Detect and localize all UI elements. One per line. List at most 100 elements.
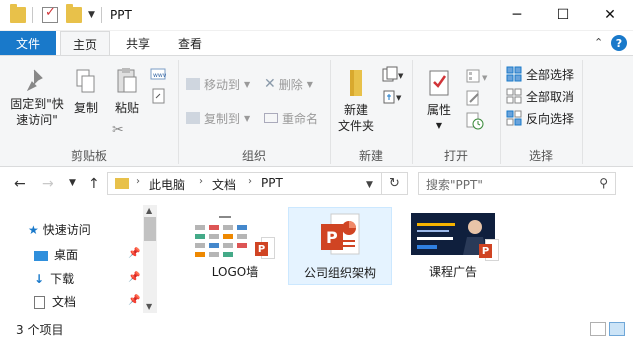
tab-home[interactable]: 主页 xyxy=(60,31,110,56)
copy-path-icon[interactable]: www xyxy=(150,68,168,85)
file-name: LOGO墙 xyxy=(211,265,259,279)
properties-button[interactable]: 属性 ▼ xyxy=(418,68,460,134)
select-group-label: 选择 xyxy=(528,149,553,163)
move-to-button[interactable]: 移动到 ▼ xyxy=(186,74,250,94)
delete-chevron-icon: ▼ xyxy=(306,79,313,89)
new-group-label: 新建 xyxy=(358,149,383,163)
search-input[interactable]: 搜索"PPT" ⚲ xyxy=(418,172,616,195)
rename-label: 重命名 xyxy=(282,111,319,126)
new-folder-quick-icon[interactable] xyxy=(66,4,82,23)
address-bar[interactable]: › 此电脑 › 文档 › PPT xyxy=(107,172,382,195)
minimize-button[interactable]: ─ xyxy=(494,0,540,30)
collapse-ribbon-icon[interactable]: ⌃ xyxy=(594,36,603,49)
breadcrumb-this-pc[interactable]: 此电脑 xyxy=(149,176,185,193)
folder-icon xyxy=(10,4,26,23)
invert-selection-button[interactable]: 反向选择 xyxy=(506,108,574,128)
powerpoint-icon: P xyxy=(479,239,499,263)
file-name: 公司组织架构 xyxy=(303,266,376,280)
nav-item-label: 下载 xyxy=(50,272,75,286)
copy-to-button[interactable]: 复制到 ▼ xyxy=(186,108,250,128)
breadcrumb-separator-icon: › xyxy=(199,176,203,187)
cut-icon[interactable]: ✂ xyxy=(112,122,124,138)
recent-locations-chevron-icon[interactable]: ▼ xyxy=(69,178,76,188)
nav-item-quick-access[interactable]: ★ 快速访问 xyxy=(28,221,91,238)
breadcrumb-documents[interactable]: 文档 xyxy=(212,176,236,193)
refresh-button[interactable]: ↻ xyxy=(382,172,408,195)
nav-item-downloads[interactable]: ↓ 下载 xyxy=(34,270,74,287)
file-item-course-ad[interactable]: P 课程广告 xyxy=(401,207,505,285)
up-arrow-icon[interactable]: ↑ xyxy=(88,176,100,192)
close-button[interactable]: ✕ xyxy=(587,0,633,30)
pin-label-line2: 速访问" xyxy=(16,113,58,127)
item-count: 3 个项目 xyxy=(16,323,64,337)
select-all-button[interactable]: 全部选择 xyxy=(506,64,574,84)
properties-icon xyxy=(429,70,449,96)
properties-quick-icon[interactable] xyxy=(42,5,58,23)
search-icon: ⚲ xyxy=(599,176,608,190)
pin-icon[interactable]: 📌 xyxy=(128,272,140,283)
breadcrumb-ppt[interactable]: PPT xyxy=(261,176,283,190)
rename-button[interactable]: 重命名 xyxy=(264,108,318,128)
rename-icon xyxy=(264,113,278,123)
paste-icon xyxy=(117,68,137,93)
document-icon xyxy=(34,296,45,309)
new-folder-label-line2: 文件夹 xyxy=(337,119,374,133)
easy-access-icon[interactable]: ▼ xyxy=(382,88,404,109)
history-icon[interactable] xyxy=(466,112,484,133)
nav-item-desktop[interactable]: 桌面 xyxy=(34,246,78,263)
svg-text:www: www xyxy=(153,72,166,79)
paste-shortcut-icon[interactable] xyxy=(152,88,166,107)
file-item-org-chart[interactable]: P 公司组织架构 xyxy=(288,207,392,285)
breadcrumb-separator-icon: › xyxy=(248,176,252,187)
scrollbar-thumb[interactable] xyxy=(144,217,156,241)
edit-icon[interactable] xyxy=(466,90,482,109)
nav-pane-scrollbar[interactable]: ▲ ▼ xyxy=(143,205,157,313)
back-arrow-icon[interactable]: ← xyxy=(14,176,26,192)
new-item-icon[interactable]: ▼ xyxy=(382,66,404,87)
forward-arrow-icon[interactable]: → xyxy=(42,176,54,192)
organize-group-label: 组织 xyxy=(241,149,266,163)
svg-text:P: P xyxy=(326,228,338,247)
refresh-icon: ↻ xyxy=(389,176,400,191)
navigation-pane: ★ 快速访问 桌面 📌 ↓ 下载 📌 文档 📌 xyxy=(0,200,160,317)
properties-label: 属性 xyxy=(426,103,451,117)
star-icon: ★ xyxy=(28,223,39,237)
tab-share[interactable]: 共享 xyxy=(115,31,161,56)
powerpoint-icon: P xyxy=(255,237,275,261)
select-none-button[interactable]: 全部取消 xyxy=(506,86,574,106)
nav-item-label: 快速访问 xyxy=(42,223,91,237)
group-divider xyxy=(582,60,583,164)
tab-view[interactable]: 查看 xyxy=(167,31,213,56)
new-folder-button[interactable]: 新建 文件夹 xyxy=(334,68,378,134)
nav-item-documents[interactable]: 文档 xyxy=(34,293,76,310)
invert-selection-icon xyxy=(506,110,522,126)
folder-icon xyxy=(115,178,129,189)
open-group-label: 打开 xyxy=(443,149,468,163)
pin-icon[interactable]: 📌 xyxy=(128,248,140,259)
customize-toolbar-chevron-icon[interactable]: ▼ xyxy=(88,10,95,20)
scroll-up-icon[interactable]: ▲ xyxy=(146,206,152,215)
copy-button[interactable]: 复制 xyxy=(70,68,102,116)
properties-chevron-icon: ▼ xyxy=(435,121,443,130)
desktop-icon xyxy=(34,250,48,261)
help-icon[interactable]: ? xyxy=(611,35,627,51)
delete-button[interactable]: ✕ 删除 ▼ xyxy=(264,74,313,94)
open-icon[interactable]: ▼ xyxy=(466,68,492,87)
address-history-chevron-icon[interactable]: ▼ xyxy=(366,180,373,190)
svg-text:▼: ▼ xyxy=(398,72,404,80)
details-view-icon[interactable] xyxy=(590,322,606,336)
copy-to-icon xyxy=(186,112,200,124)
maximize-button[interactable]: ☐ xyxy=(540,0,586,30)
pin-to-quick-access-button[interactable]: 固定到"快 速访问" xyxy=(6,68,68,128)
move-to-label: 移动到 xyxy=(204,77,241,92)
paste-label: 粘贴 xyxy=(114,101,139,115)
nav-item-label: 桌面 xyxy=(54,248,79,262)
pin-icon[interactable]: 📌 xyxy=(128,295,140,306)
address-row: ← → ▼ ↑ › 此电脑 › 文档 › PPT ▼ ↻ 搜索"PPT" ⚲ xyxy=(0,167,633,200)
tab-file[interactable]: 文件 xyxy=(0,31,56,56)
scroll-down-icon[interactable]: ▼ xyxy=(146,302,152,311)
large-icons-view-icon[interactable] xyxy=(609,322,625,336)
paste-button[interactable]: 粘贴 xyxy=(108,66,146,116)
file-item-logo-wall[interactable]: P LOGO墙 xyxy=(183,207,287,285)
title-bar: ▼ PPT ─ ☐ ✕ xyxy=(0,0,633,31)
